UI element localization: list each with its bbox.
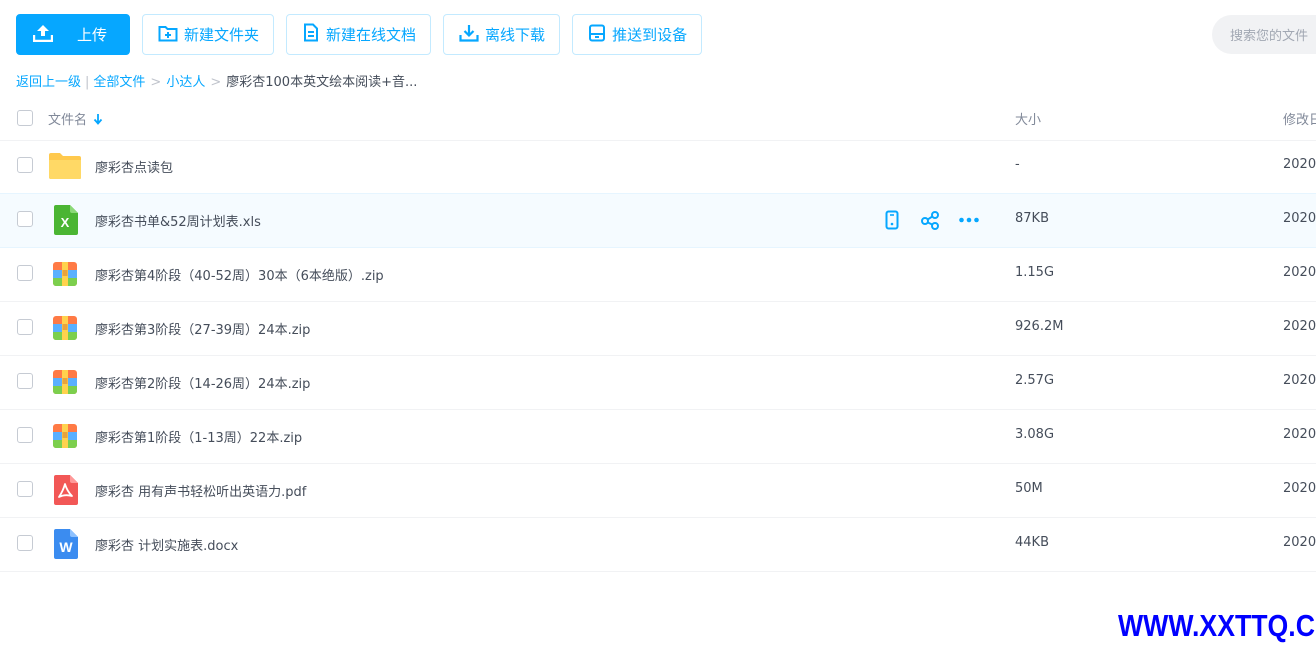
file-size: 44KB [1015, 535, 1049, 550]
excel-icon: X [48, 204, 82, 236]
toolbar: 上传 新建文件夹 新建在线文档 离线下载 推送到设备 [16, 14, 703, 55]
file-name[interactable]: 廖彩杏书单&52周计划表.xls [95, 211, 261, 230]
svg-text:X: X [61, 215, 70, 230]
breadcrumb-chevron-icon: > [210, 75, 222, 90]
file-date: 2020- [1283, 427, 1316, 442]
file-list: 廖彩杏点读包 - 2020- X 廖彩杏书单&52周计划表.xls 87KB 2… [0, 140, 1316, 572]
file-row[interactable]: 廖彩杏第1阶段（1-13周）22本.zip 3.08G 2020- [0, 410, 1316, 464]
row-actions [882, 210, 980, 234]
row-checkbox[interactable] [17, 157, 33, 173]
file-size: - [1015, 157, 1020, 172]
breadcrumb-divider: | [85, 75, 90, 90]
file-size: 87KB [1015, 211, 1049, 226]
new-folder-label: 新建文件夹 [184, 26, 260, 44]
breadcrumb-chevron-icon: > [150, 75, 162, 90]
file-row[interactable]: X 廖彩杏书单&52周计划表.xls 87KB 2020- [0, 193, 1316, 248]
folder-plus-icon [158, 24, 184, 46]
size-column-header[interactable]: 大小 [1015, 109, 1041, 128]
file-row[interactable]: 廖彩杏点读包 - 2020- [0, 140, 1316, 194]
offline-download-button[interactable]: 离线下载 [443, 14, 561, 55]
device-icon [588, 24, 612, 46]
breadcrumb: 返回上一级 | 全部文件 > 小达人 > 廖彩杏100本英文绘本阅读+音... [16, 71, 417, 90]
file-size: 926.2M [1015, 319, 1064, 334]
search-input[interactable]: 搜索您的文件 [1212, 15, 1316, 54]
file-row[interactable]: 廖彩杏第2阶段（14-26周）24本.zip 2.57G 2020- [0, 356, 1316, 410]
file-table-header: 文件名 大小 修改日期 [0, 96, 1316, 141]
file-name[interactable]: 廖彩杏第4阶段（40-52周）30本（6本绝版）.zip [95, 265, 384, 284]
file-row[interactable]: 廖彩杏 用有声书轻松听出英语力.pdf 50M 2020- [0, 464, 1316, 518]
word-icon: W [48, 528, 82, 560]
file-size: 2.57G [1015, 373, 1055, 388]
upload-icon [32, 24, 77, 46]
file-size: 3.08G [1015, 427, 1055, 442]
pdf-icon [48, 474, 82, 506]
breadcrumb-all-files-link[interactable]: 全部文件 [93, 75, 145, 90]
folder-icon [48, 150, 82, 182]
file-date: 2020- [1283, 211, 1316, 226]
zip-icon [48, 420, 82, 452]
file-name[interactable]: 廖彩杏 计划实施表.docx [95, 535, 238, 554]
file-row[interactable]: W 廖彩杏 计划实施表.docx 44KB 2020- [0, 518, 1316, 572]
file-name[interactable]: 廖彩杏第3阶段（27-39周）24本.zip [95, 319, 310, 338]
phone-push-icon[interactable] [882, 210, 902, 234]
file-row[interactable]: 廖彩杏第3阶段（27-39周）24本.zip 926.2M 2020- [0, 302, 1316, 356]
download-icon [459, 24, 485, 46]
new-folder-button[interactable]: 新建文件夹 [142, 14, 275, 55]
file-name[interactable]: 廖彩杏点读包 [95, 157, 173, 176]
file-size: 1.15G [1015, 265, 1055, 280]
name-column-label: 文件名 [48, 113, 88, 128]
more-options-icon[interactable] [958, 210, 980, 234]
file-date: 2020- [1283, 319, 1316, 334]
row-checkbox[interactable] [17, 319, 33, 335]
document-icon [302, 23, 326, 46]
watermark: WWW.XXTTQ.COM [1118, 608, 1316, 643]
file-date: 2020- [1283, 157, 1316, 172]
sort-arrow-icon [93, 113, 103, 125]
file-date: 2020- [1283, 535, 1316, 550]
file-size: 50M [1015, 481, 1043, 496]
file-date: 2020- [1283, 373, 1316, 388]
breadcrumb-folder-link[interactable]: 小达人 [166, 75, 205, 90]
zip-icon [48, 258, 82, 290]
file-name[interactable]: 廖彩杏第2阶段（14-26周）24本.zip [95, 373, 310, 392]
select-all-checkbox[interactable] [17, 110, 33, 126]
svg-text:W: W [59, 539, 73, 555]
file-row[interactable]: 廖彩杏第4阶段（40-52周）30本（6本绝版）.zip 1.15G 2020- [0, 248, 1316, 302]
push-device-label: 推送到设备 [612, 26, 688, 44]
modified-column-header[interactable]: 修改日期 [1283, 109, 1316, 128]
row-checkbox[interactable] [17, 535, 33, 551]
offline-download-label: 离线下载 [485, 26, 546, 44]
row-checkbox[interactable] [17, 481, 33, 497]
row-checkbox[interactable] [17, 265, 33, 281]
file-name[interactable]: 廖彩杏 用有声书轻松听出英语力.pdf [95, 481, 306, 500]
row-checkbox[interactable] [17, 427, 33, 443]
search-placeholder: 搜索您的文件 [1230, 29, 1309, 44]
name-column-header[interactable]: 文件名 [48, 109, 103, 128]
push-device-button[interactable]: 推送到设备 [572, 14, 703, 55]
file-name[interactable]: 廖彩杏第1阶段（1-13周）22本.zip [95, 427, 302, 446]
file-date: 2020- [1283, 481, 1316, 496]
upload-button[interactable]: 上传 [16, 14, 131, 55]
new-doc-button[interactable]: 新建在线文档 [286, 14, 432, 55]
zip-icon [48, 312, 82, 344]
upload-label: 上传 [77, 26, 108, 44]
zip-icon [48, 366, 82, 398]
share-icon[interactable] [920, 210, 940, 234]
breadcrumb-current: 廖彩杏100本英文绘本阅读+音... [226, 75, 418, 90]
breadcrumb-back-link[interactable]: 返回上一级 [16, 75, 81, 90]
new-doc-label: 新建在线文档 [326, 26, 417, 44]
row-checkbox[interactable] [17, 373, 33, 389]
row-checkbox[interactable] [17, 211, 33, 227]
file-date: 2020- [1283, 265, 1316, 280]
